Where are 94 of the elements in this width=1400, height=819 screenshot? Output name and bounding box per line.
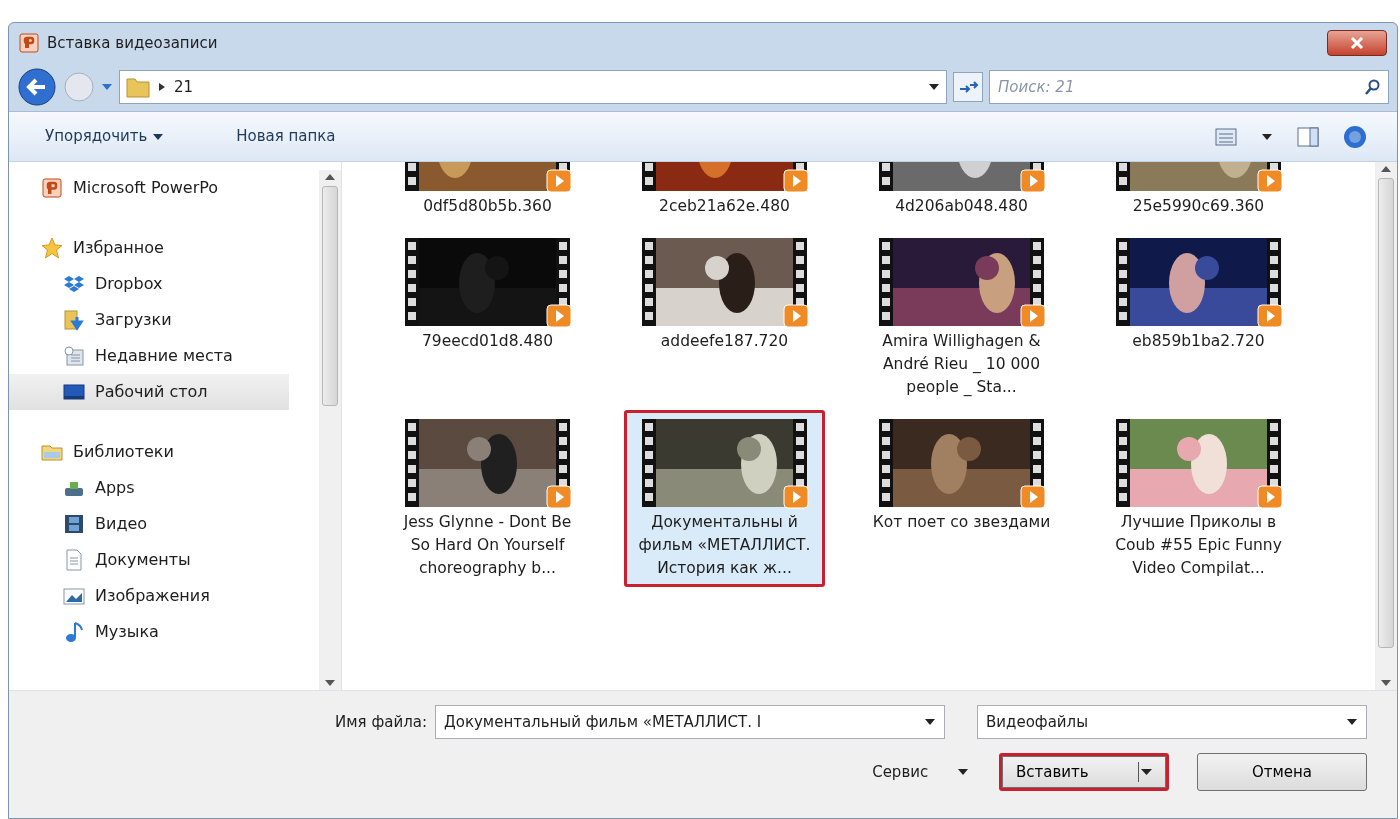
music-icon: [63, 621, 85, 643]
scrollbar[interactable]: [319, 170, 341, 690]
file-tile[interactable]: Amira Willighagen & André Rieu _ 10 000 people _ Sta...: [861, 229, 1062, 406]
file-name: Jess Glynne - Dont Be So Hard On Yourself choreography b...: [402, 512, 573, 579]
preview-pane-icon[interactable]: [1297, 126, 1319, 147]
play-icon: [1020, 169, 1046, 193]
dropbox-icon: [63, 273, 85, 295]
caret-icon[interactable]: [1261, 132, 1273, 141]
caret-icon[interactable]: [928, 83, 940, 91]
file-name: 0df5d80b5b.360: [422, 196, 553, 217]
file-tile[interactable]: 0df5d80b5b.360: [387, 162, 588, 225]
image-icon: [63, 585, 85, 607]
back-button[interactable]: [17, 67, 57, 107]
cancel-button[interactable]: Отмена: [1197, 753, 1367, 791]
file-name: Amira Willighagen & André Rieu _ 10 000 people _ Sta...: [881, 331, 1042, 398]
sidebar-item[interactable]: Недавние места: [9, 338, 289, 374]
file-name: Лучшие Приколы в Coub #55 Epic Funny Video Compilat...: [1114, 512, 1283, 579]
scroll-down-icon[interactable]: [1381, 680, 1391, 686]
file-name: 4d206ab048.480: [894, 196, 1029, 217]
organize-button[interactable]: Упорядочить: [39, 121, 171, 152]
caret-icon: [152, 132, 165, 141]
sidebar-item[interactable]: Microsoft PowerPo: [9, 170, 289, 206]
search-icon: [1365, 79, 1381, 95]
close-icon: [1350, 36, 1364, 50]
tools-button[interactable]: Сервис: [866, 756, 975, 788]
play-icon: [1020, 485, 1046, 509]
new-folder-button[interactable]: Новая папка: [230, 121, 342, 152]
file-tile[interactable]: Jess Glynne - Dont Be So Hard On Yourself choreography b...: [387, 410, 588, 587]
video-icon: [63, 513, 85, 535]
sidebar-item[interactable]: Документы: [9, 542, 289, 578]
play-icon: [783, 485, 809, 509]
powerpoint-icon: [41, 177, 63, 199]
star-icon: [41, 237, 63, 259]
file-tile[interactable]: 79eecd01d8.480: [387, 229, 588, 406]
caret-icon[interactable]: [1138, 762, 1152, 782]
play-icon: [783, 304, 809, 328]
powerpoint-icon: [19, 33, 39, 53]
sidebar-item[interactable]: Рабочий стол: [9, 374, 289, 410]
file-name: eb859b1ba2.720: [1131, 331, 1266, 352]
downloads-icon: [63, 309, 85, 331]
file-tile[interactable]: Кот поет со звездами: [861, 410, 1062, 587]
insert-split-button[interactable]: Вставить: [999, 753, 1169, 791]
play-icon: [1257, 169, 1283, 193]
sidebar-item[interactable]: Библиотеки: [9, 434, 289, 470]
scroll-down-icon[interactable]: [325, 680, 335, 686]
sidebar-item[interactable]: Видео: [9, 506, 289, 542]
file-tile[interactable]: Документальны й фильм «МЕТАЛЛИСТ. История как ж...: [624, 410, 825, 587]
recent-places-icon: [63, 345, 85, 367]
refresh-icon[interactable]: [953, 72, 983, 102]
file-name: addeefe187.720: [659, 331, 790, 352]
file-name-field[interactable]: Документальный фильм «МЕТАЛЛИСТ. I: [435, 705, 945, 739]
file-name: 25e5990c69.360: [1131, 196, 1266, 217]
sidebar-item[interactable]: Dropbox: [9, 266, 289, 302]
history-caret-icon[interactable]: [101, 83, 113, 91]
file-name: 2ceb21a62e.480: [658, 196, 791, 217]
play-icon: [546, 169, 572, 193]
play-icon: [546, 485, 572, 509]
file-tile[interactable]: 4d206ab048.480: [861, 162, 1062, 225]
file-tile[interactable]: eb859b1ba2.720: [1098, 229, 1299, 406]
caret-icon[interactable]: [924, 718, 936, 726]
file-type-dropdown[interactable]: Видеофайлы: [977, 705, 1367, 739]
sidebar-item[interactable]: Избранное: [9, 230, 289, 266]
file-name-label: Имя файла:: [335, 711, 427, 733]
sidebar-item[interactable]: Музыка: [9, 614, 289, 650]
sidebar-item[interactable]: Apps: [9, 470, 289, 506]
play-icon: [1257, 485, 1283, 509]
file-name: Документальны й фильм «МЕТАЛЛИСТ. История как ж...: [637, 512, 812, 579]
file-name: 79eecd01d8.480: [420, 331, 555, 352]
window-title: Вставка видеозаписи: [47, 32, 218, 54]
chevron-icon: [158, 82, 166, 92]
caret-icon: [957, 768, 969, 777]
play-icon: [783, 169, 809, 193]
close-button[interactable]: [1327, 30, 1387, 56]
address-field[interactable]: 21: [119, 70, 947, 104]
play-icon: [546, 304, 572, 328]
caret-icon: [1346, 718, 1358, 726]
file-name: Кот поет со звездами: [871, 512, 1052, 533]
scroll-up-icon[interactable]: [325, 174, 335, 180]
play-icon: [1257, 304, 1283, 328]
file-tile[interactable]: 25e5990c69.360: [1098, 162, 1299, 225]
folder-icon: [126, 76, 150, 98]
desktop-icon: [63, 381, 85, 403]
file-tile[interactable]: Лучшие Приколы в Coub #55 Epic Funny Video Compilat...: [1098, 410, 1299, 587]
document-icon: [63, 549, 85, 571]
file-tile[interactable]: addeefe187.720: [624, 229, 825, 406]
file-tile[interactable]: 2ceb21a62e.480: [624, 162, 825, 225]
scrollbar[interactable]: [1375, 162, 1397, 690]
search-field[interactable]: Поиск: 21: [989, 70, 1389, 104]
scroll-up-icon[interactable]: [1381, 166, 1391, 172]
play-icon: [1020, 304, 1046, 328]
sidebar-item[interactable]: Изображения: [9, 578, 289, 614]
sidebar-item[interactable]: Загрузки: [9, 302, 289, 338]
help-icon[interactable]: [1343, 124, 1367, 149]
path-segment[interactable]: 21: [174, 75, 194, 99]
